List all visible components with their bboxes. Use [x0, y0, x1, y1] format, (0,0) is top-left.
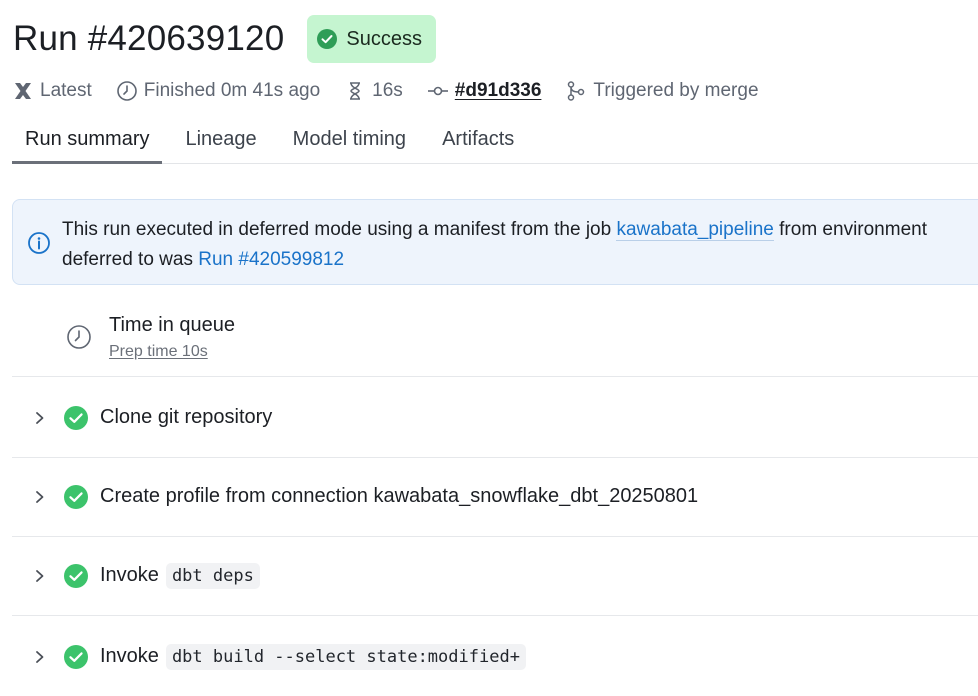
meta-trigger: Triggered by merge: [565, 80, 759, 102]
deferred-run-link[interactable]: Run #420599812: [198, 249, 344, 270]
step-title: Create profile from connection kawabata_…: [100, 485, 699, 507]
meta-latest: Latest: [12, 80, 92, 102]
latest-label: Latest: [40, 80, 92, 101]
step-label: Clone git repository: [100, 406, 272, 429]
info-text-part-3: deferred to was: [62, 249, 199, 270]
success-check-icon: [64, 644, 88, 669]
duration-label: 16s: [372, 80, 403, 101]
step-row[interactable]: Create profile from connection kawabata_…: [12, 457, 978, 537]
step-title: Invoke: [100, 645, 159, 667]
run-tabs: Run summary Lineage Model timing Artifac…: [12, 122, 978, 164]
info-text-part-2: from environment: [773, 219, 927, 240]
status-label: Success: [346, 27, 422, 50]
hourglass-icon: [350, 82, 361, 100]
chevron-right-icon[interactable]: [34, 650, 46, 664]
info-line-2: deferred to was Run #420599812: [62, 245, 927, 275]
info-line-1: This run executed in deferred mode using…: [62, 215, 927, 245]
tab-lineage[interactable]: Lineage: [172, 122, 269, 164]
info-text: This run executed in deferred mode using…: [62, 215, 927, 275]
chevron-right-icon[interactable]: [34, 569, 46, 583]
status-badge: Success: [307, 15, 436, 63]
step-label: Invoke dbt build --select state:modified+: [100, 643, 526, 670]
queue-title: Time in queue: [109, 314, 235, 336]
step-row[interactable]: Invoke dbt deps: [12, 536, 978, 616]
tab-run-summary[interactable]: Run summary: [12, 122, 163, 164]
clock-icon: [116, 81, 137, 101]
title-row: Run #420639120 Success: [13, 14, 436, 64]
success-check-icon: [64, 563, 88, 588]
dbt-logo-icon: [15, 83, 31, 99]
chevron-right-icon[interactable]: [34, 490, 46, 504]
tab-artifacts[interactable]: Artifacts: [429, 122, 527, 164]
page-title: Run #420639120: [13, 19, 285, 58]
clock-icon: [67, 325, 91, 349]
time-in-queue-row: Time in queue Prep time 10s: [12, 300, 978, 377]
step-row[interactable]: Clone git repository: [12, 378, 978, 458]
step-label: Create profile from connection kawabata_…: [100, 485, 698, 508]
step-title: Invoke: [100, 564, 159, 586]
meta-commit: #d91d336: [427, 80, 542, 102]
success-check-icon: [317, 29, 338, 49]
chevron-right-icon[interactable]: [34, 411, 46, 425]
step-row[interactable]: Invoke dbt build --select state:modified+: [12, 617, 978, 696]
git-merge-icon: [568, 81, 585, 101]
step-title: Clone git repository: [100, 406, 273, 428]
tab-model-timing[interactable]: Model timing: [280, 122, 419, 164]
commit-icon: [427, 86, 448, 96]
trigger-label: Triggered by merge: [593, 80, 759, 101]
info-icon: [28, 232, 50, 254]
step-label: Invoke dbt deps: [100, 562, 260, 589]
prep-time-label[interactable]: Prep time 10s: [109, 343, 208, 361]
success-check-icon: [64, 484, 88, 509]
success-check-icon: [64, 405, 88, 430]
commit-link[interactable]: #d91d336: [455, 80, 542, 102]
command-code: dbt build --select state:modified+: [165, 643, 526, 670]
meta-duration: 16s: [344, 80, 403, 102]
meta-finished: Finished 0m 41s ago: [116, 80, 320, 102]
command-code: dbt deps: [165, 562, 260, 589]
info-text-part-1: This run executed in deferred mode using…: [62, 219, 617, 240]
deferred-info-banner: This run executed in deferred mode using…: [12, 199, 978, 285]
finished-label: Finished 0m 41s ago: [143, 80, 321, 101]
run-meta: Latest Finished 0m 41s ago 16s #d91d336 …: [12, 76, 783, 106]
job-link[interactable]: kawabata_pipeline: [616, 219, 774, 241]
